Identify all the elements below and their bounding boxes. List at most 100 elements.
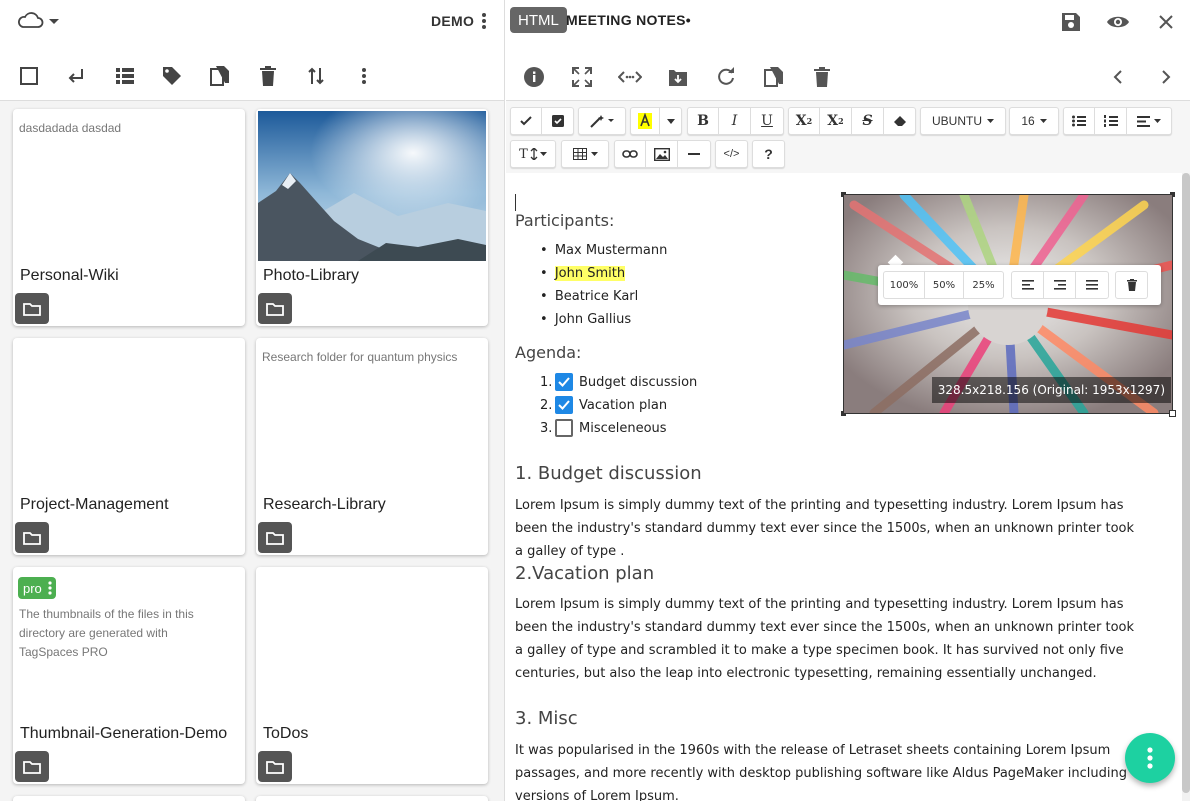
- align-left-icon[interactable]: [1012, 272, 1044, 298]
- editor-scrollbar[interactable]: [1182, 173, 1190, 801]
- file-header: HTML MEETING NOTES•: [506, 0, 1190, 101]
- text-height-group: T: [510, 140, 556, 168]
- color-dropdown-icon[interactable]: [660, 108, 681, 134]
- scrollbar-thumb[interactable]: [1182, 173, 1190, 793]
- duplicate-icon[interactable]: [762, 65, 786, 89]
- size-25-button[interactable]: 25%: [964, 272, 1003, 298]
- more-options-icon[interactable]: [352, 64, 376, 88]
- folder-icon[interactable]: [258, 293, 292, 324]
- sort-icon[interactable]: [304, 64, 328, 88]
- close-icon[interactable]: [1154, 10, 1178, 34]
- open-in-new-icon[interactable]: [618, 65, 642, 89]
- script-group: X2 X2 S: [788, 107, 916, 135]
- folder-card-personal-wiki[interactable]: dasdadada dasdad Personal-Wiki: [13, 109, 245, 326]
- font-family-value: UBUNTU: [932, 114, 982, 128]
- more-vert-icon[interactable]: [477, 11, 491, 31]
- location-menu-button[interactable]: [16, 10, 62, 32]
- align-dropdown-icon[interactable]: [1127, 108, 1171, 134]
- folder-card-thumbnail-generation-demo[interactable]: pro The thumbnails of the files in this …: [13, 567, 245, 784]
- file-title: MEETING NOTES•: [566, 12, 691, 28]
- previous-file-icon[interactable]: [1106, 65, 1130, 89]
- folder-icon[interactable]: [15, 293, 49, 324]
- eraser-icon[interactable]: [884, 108, 915, 134]
- trash-icon[interactable]: [1116, 272, 1147, 298]
- floating-menu-button[interactable]: [1125, 733, 1175, 783]
- badge-more-icon: [48, 581, 52, 595]
- check-icon[interactable]: [511, 108, 542, 134]
- checkbox-checked-icon[interactable]: [555, 396, 573, 414]
- folder-icon[interactable]: [15, 522, 49, 553]
- code-view-icon[interactable]: </>: [716, 141, 747, 167]
- folder-card-partial[interactable]: [256, 796, 488, 801]
- save-icon[interactable]: [1059, 10, 1083, 34]
- font-family-dropdown[interactable]: UBUNTU: [920, 107, 1006, 135]
- underline-icon[interactable]: U: [751, 108, 783, 134]
- align-none-icon[interactable]: [1076, 272, 1108, 298]
- size-100-button[interactable]: 100%: [884, 272, 925, 298]
- checkbox-unchecked-icon[interactable]: [555, 419, 573, 437]
- preview-eye-icon[interactable]: [1106, 10, 1130, 34]
- reload-icon[interactable]: [714, 65, 738, 89]
- folder-icon[interactable]: [15, 751, 49, 782]
- folder-card-todos[interactable]: ToDos: [256, 567, 488, 784]
- participant-item: • John Gallius: [540, 312, 632, 327]
- folder-icon[interactable]: [258, 751, 292, 782]
- table-icon[interactable]: [562, 141, 608, 167]
- italic-icon[interactable]: I: [719, 108, 751, 134]
- checkbox-icon[interactable]: [542, 108, 573, 134]
- info-icon[interactable]: [522, 65, 546, 89]
- parent-dir-icon[interactable]: [64, 64, 88, 88]
- image-size-group: 100% 50% 25%: [883, 271, 1004, 299]
- delete-file-icon[interactable]: [810, 65, 834, 89]
- folder-card-research-library[interactable]: Research folder for quantum physics Rese…: [256, 338, 488, 555]
- help-icon[interactable]: ?: [753, 141, 784, 167]
- location-name[interactable]: DEMO: [431, 13, 474, 29]
- tag-icon[interactable]: [160, 64, 184, 88]
- folder-card-partial[interactable]: [13, 796, 245, 801]
- resize-handle[interactable]: [1169, 410, 1176, 417]
- align-right-icon[interactable]: [1044, 272, 1076, 298]
- copy-icon[interactable]: [208, 64, 232, 88]
- bold-icon[interactable]: B: [688, 108, 719, 134]
- image-popover: 100% 50% 25%: [878, 265, 1161, 305]
- folder-title: Project-Management: [20, 496, 169, 513]
- fullscreen-icon[interactable]: [570, 65, 594, 89]
- section-paragraph: It was popularised in the 1960s with the…: [515, 743, 1127, 801]
- line-height-icon[interactable]: T: [511, 141, 555, 167]
- delete-icon[interactable]: [256, 64, 280, 88]
- size-50-button[interactable]: 50%: [925, 272, 964, 298]
- horizontal-rule-icon[interactable]: [678, 141, 710, 167]
- editor-content[interactable]: Participants: • Max Mustermann • John Sm…: [506, 173, 1182, 801]
- strikethrough-icon[interactable]: S: [852, 108, 884, 134]
- pro-badge[interactable]: pro: [18, 577, 56, 599]
- checkbox-checked-icon[interactable]: [555, 373, 573, 391]
- folder-title: ToDos: [263, 725, 309, 742]
- font-size-value: 16: [1021, 114, 1035, 128]
- folder-icon[interactable]: [258, 522, 292, 553]
- resize-handle[interactable]: [1170, 192, 1175, 197]
- image-dimensions: 328.5x218.156 (Original: 1953x1297): [931, 377, 1171, 403]
- select-all-icon[interactable]: [17, 64, 41, 88]
- ordered-list-icon[interactable]: [1095, 108, 1127, 134]
- font-size-dropdown[interactable]: 16: [1009, 107, 1059, 135]
- image-icon[interactable]: [646, 141, 678, 167]
- subscript-icon[interactable]: X2: [820, 108, 852, 134]
- file-type-tag[interactable]: HTML: [510, 7, 567, 33]
- folder-card-project-management[interactable]: Project-Management: [13, 338, 245, 555]
- folder-card-photo-library[interactable]: Photo-Library: [256, 109, 488, 326]
- code-group: </>: [715, 140, 748, 168]
- superscript-icon[interactable]: X2: [789, 108, 820, 134]
- help-group: ?: [752, 140, 785, 168]
- resize-handle[interactable]: [841, 411, 846, 416]
- highlight-color-icon[interactable]: [631, 108, 660, 134]
- resize-handle[interactable]: [841, 192, 846, 197]
- next-file-icon[interactable]: [1154, 65, 1178, 89]
- chevron-down-icon: [987, 119, 994, 123]
- magic-wand-icon[interactable]: [579, 108, 625, 134]
- folder-title: Thumbnail-Generation-Demo: [20, 725, 228, 742]
- download-icon[interactable]: [666, 65, 690, 89]
- list-view-icon[interactable]: [113, 64, 137, 88]
- link-icon[interactable]: [615, 141, 646, 167]
- bullet-list-icon[interactable]: [1064, 108, 1095, 134]
- folder-description: Research folder for quantum physics: [262, 350, 458, 364]
